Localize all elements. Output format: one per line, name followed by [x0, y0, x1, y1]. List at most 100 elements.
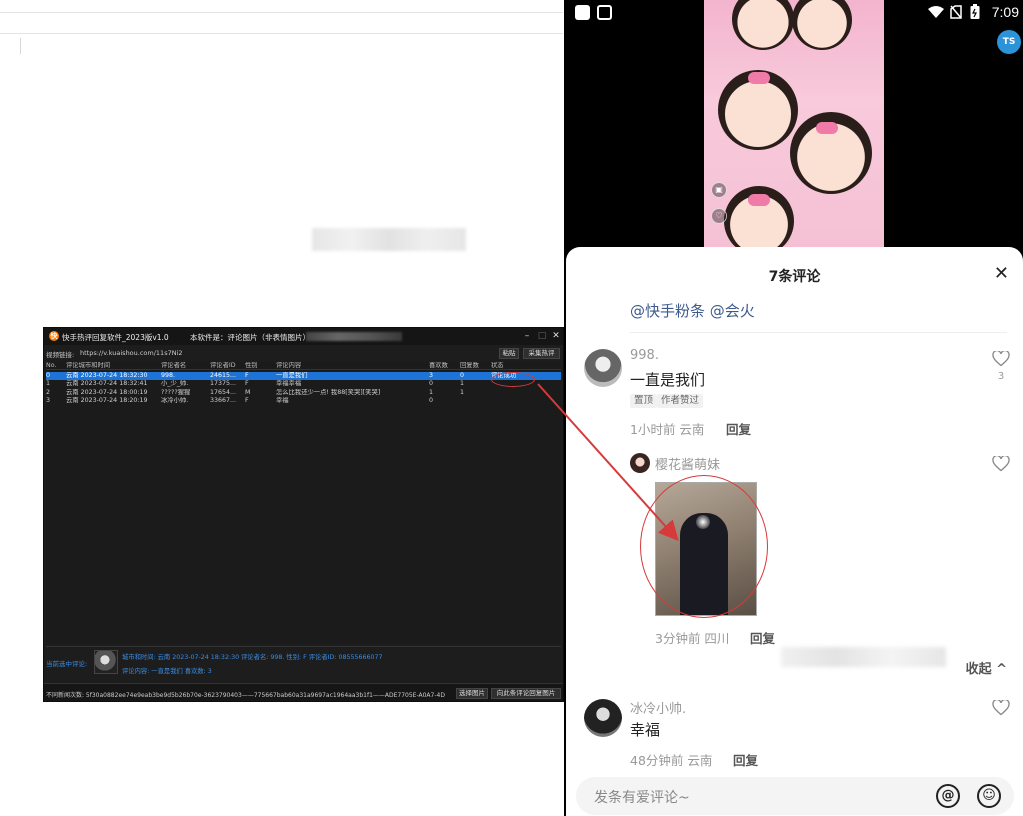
table-cell-col-author: 998. — [161, 372, 176, 379]
comment-meta: 3分钟前 四川 — [655, 631, 730, 646]
close-button[interactable]: ✕ — [550, 330, 562, 342]
comment-text: 一直是我们 — [630, 371, 706, 389]
table-header-col-likes[interactable]: 喜欢数 — [429, 362, 458, 370]
at-icon[interactable]: @ — [936, 784, 960, 808]
url-row: 视频链接: https://v.kuaishou.com/11s7Ni2 粘贴 … — [44, 346, 563, 360]
footer-text: 不同新闻次数: 5f30a0882ee74e9eab3be9d5b26b70e-… — [46, 692, 445, 699]
app-logo-icon: 快 — [49, 331, 59, 341]
comment-author[interactable]: 冰冷小帅. — [630, 698, 686, 717]
table-cell-col-author-id: 17375... — [210, 380, 237, 388]
reply-button[interactable]: 回复 — [733, 750, 758, 769]
table-header-col-gender[interactable]: 性别 — [245, 362, 274, 370]
table-cell-col-no: 3 — [46, 396, 51, 404]
url-label: 视频链接: — [46, 351, 75, 359]
table-cell-col-replies: 0 — [460, 372, 465, 379]
paste-button[interactable]: 粘贴 — [499, 348, 519, 359]
screenshot-canvas: 快 快手热评回复软件_2023版v1.0 本软件是：评论图片（非表情图片） – … — [0, 0, 1023, 816]
collect-comments-button[interactable]: 采集热评 — [523, 348, 560, 359]
blurred-text — [306, 332, 402, 341]
table-row[interactable]: 3 云南 2023-07-24 18:20:19 冰冷小帅. 33667... F 幸福 0 — [46, 397, 561, 405]
text-caret — [20, 38, 21, 54]
table-cell-col-city-time: 云南 2023-07-24 18:32:41 — [66, 380, 148, 388]
comments-table: No. 评论城市和时间 评论者名 评论者ID 性别 评论内容 喜欢数 回复数 状态 0 云南 20… — [46, 362, 561, 644]
app-titlebar: 快 快手热评回复软件_2023版v1.0 本软件是：评论图片（非表情图片） – … — [44, 328, 563, 345]
table-cell-col-replies: 1 — [460, 380, 465, 388]
comment-input[interactable]: 发条有爱评论~ @ ☺ — [576, 777, 1014, 815]
table-cell-col-gender: M — [245, 388, 251, 396]
table-cell-col-city-time: 云南 2023-07-24 18:32:30 — [66, 372, 148, 379]
table-cell-col-no: 2 — [46, 388, 51, 396]
table-cell-col-content: 一直是我们 — [276, 372, 308, 379]
table-cell-col-author-id: 33667... — [210, 396, 237, 404]
table-cell-col-gender: F — [245, 380, 249, 388]
table-row[interactable]: 0 云南 2023-07-24 18:32:30 998. 24615... F 一直是我… — [46, 372, 561, 381]
close-icon[interactable]: ✕ — [994, 263, 1009, 284]
table-cell-col-gender: F — [245, 396, 249, 404]
app-footer: 不同新闻次数: 5f30a0882ee74e9eab3be9d5b26b70e-… — [44, 683, 563, 701]
doc-divider — [0, 33, 563, 34]
table-header-col-city-time[interactable]: 评论城市和时间 — [66, 362, 159, 370]
avatar[interactable] — [584, 349, 622, 387]
table-cell-col-city-time: 云南 2023-07-24 18:20:19 — [66, 396, 148, 404]
table-cell-col-likes: 0 — [429, 396, 434, 404]
table-header-col-status[interactable]: 状态 — [491, 362, 541, 370]
like-count: 3 — [997, 371, 1005, 382]
comments-sheet: 7条评论 ✕ @快手粉条 @会火 998. 一直是我们 置顶 作者赞过 1小时前… — [566, 247, 1023, 816]
table-cell-col-content: 幸福幸福 — [276, 380, 302, 388]
table-header-col-replies[interactable]: 回复数 — [460, 362, 489, 370]
table-header-col-author[interactable]: 评论者名 — [161, 362, 208, 370]
collapse-button[interactable]: 收起 ^ — [966, 658, 1007, 677]
blurred-text — [781, 647, 946, 667]
blurred-watermark — [312, 228, 466, 251]
heart-icon[interactable] — [992, 700, 1010, 716]
video-player[interactable]: ▣ ♡ — [704, 0, 884, 250]
comment-meta: 48分钟前 云南 — [630, 753, 713, 768]
table-header-col-author-id[interactable]: 评论者ID — [210, 362, 243, 370]
table-header-col-no[interactable]: No. — [46, 362, 64, 370]
avatar[interactable] — [584, 699, 622, 737]
video-frame — [732, 0, 794, 50]
maximize-button[interactable]: □ — [536, 330, 548, 342]
divider — [46, 646, 561, 647]
url-input[interactable]: https://v.kuaishou.com/11s7Ni2 — [80, 348, 494, 358]
table-cell-col-author: 冰冷小帅. — [161, 396, 189, 404]
table-cell-col-author-id: 24615... — [210, 372, 237, 379]
current-comment-content: 评论内容: 一直是我们 喜欢数: 3 — [122, 668, 212, 675]
table-cell-col-likes: 1 — [429, 388, 434, 396]
table-cell-col-city-time: 云南 2023-07-24 18:00:19 — [66, 388, 148, 396]
table-cell-col-content: 幸福 — [276, 396, 289, 404]
heart-icon[interactable] — [992, 351, 1010, 367]
table-row[interactable]: 2 云南 2023-07-24 18:00:19 ?????猩猩 17654... M 怎… — [46, 389, 561, 397]
avatar[interactable] — [630, 453, 650, 473]
comment-meta: 1小时前 云南 — [630, 422, 705, 437]
app-title: 快手热评回复软件_2023版v1.0 — [62, 333, 169, 342]
table-header-col-content[interactable]: 评论内容 — [276, 362, 426, 370]
app-subtitle: 本软件是：评论图片（非表情图片） — [190, 333, 310, 342]
video-frame — [792, 0, 852, 50]
table-header: No. 评论城市和时间 评论者名 评论者ID 性别 评论内容 喜欢数 回复数 状态 — [46, 362, 561, 371]
comment-author[interactable]: 樱花酱萌妹 — [655, 454, 720, 473]
table-cell-col-no: 0 — [46, 372, 51, 379]
annotation-circle — [491, 372, 535, 387]
image-icon[interactable]: ▣ — [711, 182, 727, 198]
reply-image-button[interactable]: 向此条评论回复图片 — [491, 688, 561, 699]
reply-button[interactable]: 回复 — [726, 419, 751, 438]
emoji-icon[interactable]: ☺ — [977, 784, 1001, 808]
mention-text[interactable]: @快手粉条 @会火 — [630, 300, 755, 321]
table-cell-col-likes: 0 — [429, 380, 434, 388]
app-notification-icon — [597, 5, 612, 20]
status-time: 7:09 — [991, 4, 1019, 20]
heart-icon[interactable]: ♡ — [711, 208, 727, 224]
table-row[interactable]: 1 云南 2023-07-24 18:32:41 小_少_帅. 17375... F 幸福… — [46, 380, 561, 388]
reply-button[interactable]: 回复 — [750, 628, 775, 647]
minimize-button[interactable]: – — [521, 330, 533, 342]
pinned-tag: 置顶 — [630, 394, 658, 408]
comment-author[interactable]: 998. — [630, 348, 659, 363]
heart-icon[interactable] — [992, 456, 1010, 472]
phone-screen: 7:09 ▣ ♡ TS 7条评论 ✕ @快手粉条 @会火 998. 一直是我们 … — [564, 0, 1023, 816]
sheet-title: 7条评论 — [768, 269, 821, 285]
current-comment-label: 当前选中评论: — [46, 660, 88, 668]
select-image-button[interactable]: 选择图片 — [456, 688, 488, 699]
comment-text: 幸福 — [630, 721, 661, 739]
ts-badge: TS — [997, 30, 1021, 54]
